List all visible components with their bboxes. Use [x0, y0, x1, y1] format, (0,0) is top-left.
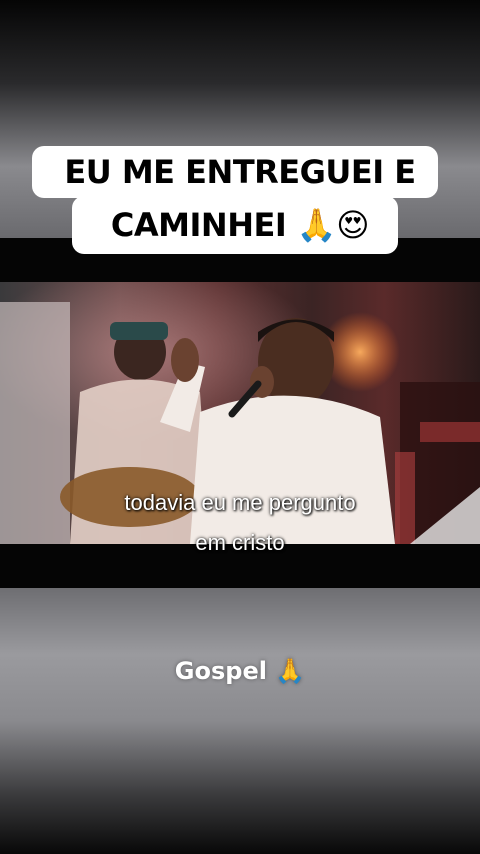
title-line1: EU ME ENTREGUEI E: [64, 153, 416, 191]
footer-label: Gospel 🙏: [174, 657, 306, 685]
background-bottom: [0, 588, 480, 854]
subtitle-line2: em cristo: [195, 530, 285, 555]
title-line2: CAMINHEI 🙏😍: [110, 206, 370, 244]
subtitle-line1: todavia eu me pergunto: [124, 490, 356, 515]
